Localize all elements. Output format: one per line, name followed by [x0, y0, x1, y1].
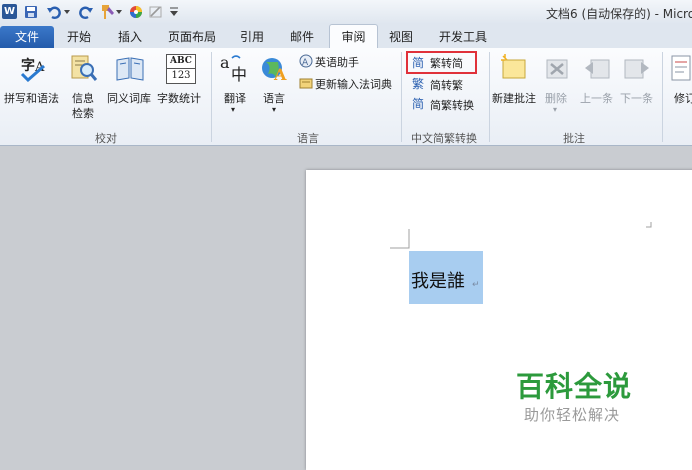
spelling-grammar-button[interactable]: 拼写和语法	[4, 90, 59, 106]
language-globe-icon: A	[262, 58, 287, 84]
previous-comment-icon	[585, 59, 610, 79]
next-comment-button[interactable]: 下一条	[620, 90, 653, 106]
svg-text:A: A	[273, 65, 287, 84]
tab-file[interactable]: 文件	[0, 26, 54, 48]
tab-review[interactable]: 审阅	[329, 24, 378, 49]
group-label-comments: 批注	[563, 132, 585, 145]
margin-corner-mark	[390, 229, 410, 249]
format-painter-icon[interactable]	[99, 3, 117, 21]
painter-dropdown-icon[interactable]	[116, 9, 122, 15]
research-button[interactable]: 信息	[72, 90, 94, 106]
separator	[211, 52, 212, 142]
delete-dropdown-icon[interactable]: ▾	[553, 105, 557, 114]
title-bar: W 文档6 (自动保存的) - Micro	[0, 0, 692, 24]
redo-icon[interactable]	[78, 4, 94, 20]
language-dropdown-icon[interactable]: ▾	[272, 105, 276, 114]
svg-text:a: a	[220, 54, 230, 72]
thesaurus-button[interactable]: 同义词库	[107, 90, 151, 106]
spelling-icon: 字 A	[20, 57, 45, 82]
delete-comment-icon	[546, 59, 568, 79]
word-app-icon[interactable]: W	[2, 4, 17, 19]
svg-text:繁: 繁	[412, 76, 424, 90]
undo-dropdown-icon[interactable]	[64, 9, 70, 15]
paragraph-mark: ↵	[472, 280, 480, 290]
watermark-title: 百科全说	[516, 370, 633, 403]
conversion-icon: 简	[412, 97, 424, 110]
tab-home[interactable]: 开始	[67, 28, 91, 45]
track-changes-button[interactable]: 修订	[674, 90, 692, 106]
tab-view[interactable]: 视图	[389, 28, 413, 45]
delete-comment-button[interactable]: 删除	[545, 90, 567, 106]
previous-comment-button[interactable]: 上一条	[580, 90, 613, 106]
group-label-proofing: 校对	[95, 132, 117, 145]
tab-insert[interactable]: 插入	[118, 28, 142, 45]
group-label-language: 语言	[297, 132, 319, 145]
margin-corner-mark-right	[646, 222, 652, 228]
tab-references[interactable]: 引用	[240, 28, 264, 45]
simp-to-trad-button[interactable]: 简转繁	[430, 77, 463, 93]
thesaurus-icon	[116, 57, 144, 81]
track-changes-icon	[671, 55, 691, 81]
color-wheel-icon[interactable]	[128, 4, 144, 20]
separator	[662, 52, 663, 142]
chinese-conversion-button[interactable]: 简繁转换	[430, 97, 474, 113]
customize-qat-icon[interactable]	[169, 6, 179, 18]
ribbon-review: 字 A 拼写和语法 信息 检索 同义词库 ABC 123 字数统计 校对 a 中…	[0, 48, 692, 146]
translate-icon: a 中	[220, 54, 247, 84]
tab-mailings[interactable]: 邮件	[290, 28, 314, 45]
group-label-chinese-conversion: 中文简繁转换	[411, 132, 477, 145]
update-ime-icon	[299, 78, 313, 89]
erase-icon[interactable]	[148, 4, 164, 20]
window-title: 文档6 (自动保存的) - Micro	[546, 7, 692, 21]
document-text[interactable]: 我是誰	[411, 267, 465, 293]
research-icon	[71, 55, 98, 81]
word-count-icon: ABC 123	[166, 54, 196, 84]
update-ime-dictionary-button[interactable]: 更新输入法词典	[315, 76, 392, 92]
tab-developer[interactable]: 开发工具	[439, 28, 487, 45]
svg-text:中: 中	[231, 65, 247, 84]
save-icon[interactable]	[24, 5, 38, 19]
svg-text:A: A	[302, 58, 309, 68]
svg-text:字: 字	[21, 57, 35, 74]
translate-dropdown-icon[interactable]: ▾	[231, 105, 235, 114]
research-button-line2: 检索	[72, 107, 94, 120]
english-assistant-icon: A	[299, 54, 313, 68]
language-button[interactable]: 语言	[263, 90, 285, 106]
translate-button[interactable]: 翻译	[224, 90, 246, 106]
simp-to-trad-icon: 繁	[412, 76, 424, 90]
highlight-box	[406, 51, 477, 74]
new-comment-icon	[501, 54, 526, 79]
english-assistant-button[interactable]: 英语助手	[315, 54, 359, 70]
svg-text:简: 简	[412, 97, 424, 110]
ribbon-tabs: 文件 开始 插入 页面布局 引用 邮件 审阅 视图 开发工具	[0, 24, 692, 49]
new-comment-button[interactable]: 新建批注	[492, 90, 536, 106]
undo-icon[interactable]	[46, 4, 62, 20]
next-comment-icon	[624, 59, 649, 79]
watermark-subtitle: 助你轻松解决	[524, 406, 621, 424]
word-count-button[interactable]: 字数统计	[157, 90, 201, 106]
separator	[401, 52, 402, 142]
separator	[489, 52, 490, 142]
tab-page-layout[interactable]: 页面布局	[168, 28, 216, 45]
document-page[interactable]	[306, 170, 692, 470]
